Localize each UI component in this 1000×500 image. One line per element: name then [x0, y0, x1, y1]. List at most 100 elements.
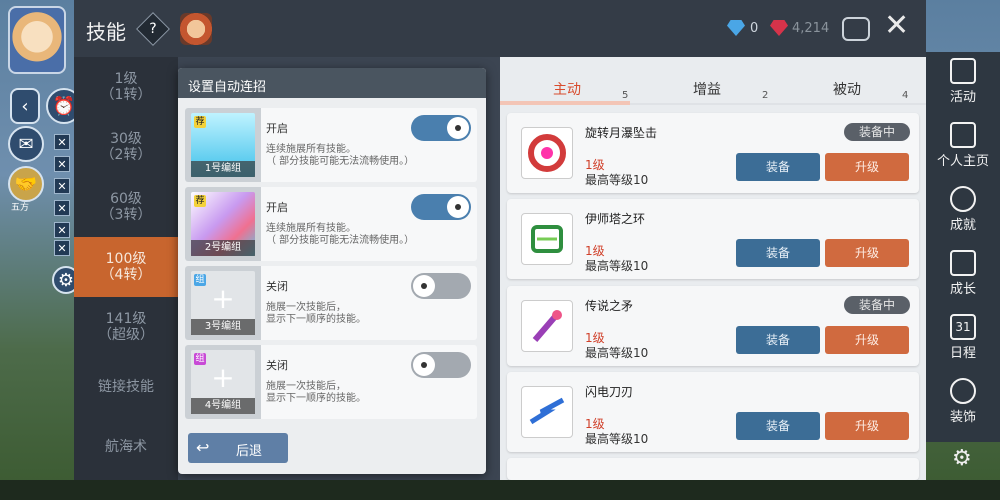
tab-count: 5 — [622, 90, 629, 101]
back-button[interactable]: ↩ 后退 — [188, 433, 288, 463]
sidebar-item-decoration[interactable]: 装饰 — [926, 372, 1000, 436]
upgrade-button[interactable]: 升级 — [825, 326, 909, 354]
skill-icon[interactable] — [521, 127, 573, 179]
level-item[interactable]: 141级 （超级） — [74, 297, 178, 357]
profile-icon — [950, 122, 976, 148]
blue-gem-count: 0 — [750, 21, 759, 36]
sidebar-item-growth[interactable]: 成长 — [926, 244, 1000, 308]
close-icon[interactable]: ✕ — [54, 156, 70, 172]
equip-button[interactable]: 装备 — [736, 326, 820, 354]
dialog-title: 设置自动连招 — [178, 68, 486, 98]
equipped-badge: 装备中 — [844, 296, 910, 314]
red-gem-count: 4,214 — [792, 21, 830, 36]
skill-icon[interactable] — [521, 300, 573, 352]
sidebar-item-events[interactable]: 活动 — [926, 52, 1000, 116]
level-item[interactable]: 30级 （2转） — [74, 117, 178, 177]
sidebar-item-achievements[interactable]: 成就 — [926, 180, 1000, 244]
combo-state: 开启 — [266, 201, 288, 214]
document-icon — [950, 250, 976, 276]
combo-desc: 连续施展所有技能。 （ 部分技能可能无法流畅使用。） — [266, 144, 415, 167]
page-title: 技能 — [86, 20, 126, 44]
combo-state: 开启 — [266, 122, 288, 135]
skill-row: 旋转月瀑坠击 装备中 1级 最高等级10 装备 升级 — [507, 113, 919, 193]
upgrade-button[interactable]: 升级 — [825, 239, 909, 267]
group-tag: 组 — [194, 353, 206, 365]
close-icon[interactable]: ✕ — [54, 134, 70, 150]
combo-card: 荐 2号编组 开启 连续施展所有技能。 （ 部分技能可能无法流畅使用。） — [185, 187, 477, 261]
tab-count: 2 — [762, 90, 769, 101]
undo-arrow-icon: ↩ — [196, 438, 210, 457]
close-icon[interactable]: ✕ — [54, 240, 70, 256]
combo-desc: 施展一次技能后， 显示下一顺序的技能。 — [266, 381, 366, 404]
ring-icon — [531, 225, 563, 253]
combo-name: 3号编组 — [191, 319, 255, 335]
recommend-tag: 荐 — [194, 195, 206, 207]
handshake-icon[interactable]: 🤝 — [8, 166, 44, 202]
group-tag: 组 — [194, 274, 206, 286]
calendar-check-icon — [950, 58, 976, 84]
equipped-badge: 装备中 — [844, 123, 910, 141]
right-sidebar: 活动 个人主页 成就 成长 31 日程 装饰 — [926, 52, 1000, 442]
toggle-knob — [447, 117, 469, 139]
skill-max-level: 最高等级10 — [585, 259, 649, 273]
level-item[interactable]: 链接技能 — [74, 357, 178, 417]
upgrade-button[interactable]: 升级 — [825, 153, 909, 181]
back-arrow-icon[interactable]: ‹ — [10, 88, 40, 124]
toggle-knob — [413, 275, 435, 297]
tab-active[interactable]: 主动 — [553, 79, 581, 99]
skill-max-level: 最高等级10 — [585, 432, 649, 446]
settings-search-icon[interactable] — [842, 17, 870, 41]
combo-toggle[interactable] — [411, 273, 471, 299]
close-icon[interactable]: ✕ — [884, 10, 909, 42]
combo-card: + 组 4号编组 关闭 施展一次技能后， 显示下一顺序的技能。 — [185, 345, 477, 419]
skill-row: 传说之矛 装备中 1级 最高等级10 装备 升级 — [507, 286, 919, 366]
close-icon[interactable]: ✕ — [54, 200, 70, 216]
back-button-label: 后退 — [236, 444, 263, 459]
level-item-active[interactable]: 100级 （4转） — [74, 237, 178, 297]
combo-toggle[interactable] — [411, 352, 471, 378]
tab-buff[interactable]: 增益 — [693, 79, 721, 99]
level-item[interactable]: 航海术 — [74, 417, 178, 477]
skill-row: 闪电刀刃 1级 最高等级10 装备 升级 — [507, 372, 919, 452]
skill-max-level: 最高等级10 — [585, 346, 649, 360]
combo-card: 荐 1号编组 开启 连续施展所有技能。 （ 部分技能可能无法流畅使用。） — [185, 108, 477, 182]
equip-button[interactable]: 装备 — [736, 239, 820, 267]
level-list: 1级 （1转） 30级 （2转） 60级 （3转） 100级 （4转） 141级 （超级）… — [74, 57, 178, 480]
spear-icon — [532, 310, 562, 342]
blade-icon — [529, 397, 565, 425]
close-icon[interactable]: ✕ — [54, 222, 70, 238]
upgrade-button[interactable]: 升级 — [825, 412, 909, 440]
scroll-icon[interactable]: ✉ — [8, 126, 44, 162]
skill-name: 伊师塔之环 — [585, 212, 646, 226]
player-avatar[interactable] — [8, 6, 66, 74]
gear-icon[interactable]: ⚙ — [952, 446, 972, 471]
combo-card: + 组 3号编组 关闭 施展一次技能后， 显示下一顺序的技能。 — [185, 266, 477, 340]
equip-button[interactable]: 装备 — [736, 412, 820, 440]
level-item[interactable]: 1级 （1转） — [74, 57, 178, 117]
skill-max-level: 最高等级10 — [585, 173, 649, 187]
skill-name: 传说之矛 — [585, 299, 634, 313]
combo-desc: 连续施展所有技能。 （ 部分技能可能无法流畅使用。） — [266, 223, 415, 246]
sidebar-item-profile[interactable]: 个人主页 — [926, 116, 1000, 180]
skill-icon[interactable] — [521, 386, 573, 438]
equip-button[interactable]: 装备 — [736, 153, 820, 181]
hat-icon — [950, 378, 976, 404]
close-icon[interactable]: ✕ — [54, 178, 70, 194]
recommend-tag: 荐 — [194, 116, 206, 128]
skill-icon[interactable] — [521, 213, 573, 265]
sidebar-item-schedule[interactable]: 31 日程 — [926, 308, 1000, 372]
combo-state: 关闭 — [266, 359, 288, 372]
tab-count: 4 — [902, 90, 909, 101]
combo-desc: 施展一次技能后， 显示下一顺序的技能。 — [266, 302, 366, 325]
tab-indicator — [500, 101, 630, 105]
combo-toggle[interactable] — [411, 115, 471, 141]
combo-name: 2号编组 — [191, 240, 255, 256]
level-item[interactable]: 60级 （3转） — [74, 177, 178, 237]
character-icon[interactable] — [180, 13, 212, 45]
tab-passive[interactable]: 被动 — [833, 79, 861, 99]
toggle-knob — [413, 354, 435, 376]
combo-name: 1号编组 — [191, 161, 255, 177]
status-bar — [0, 480, 1000, 500]
combo-toggle[interactable] — [411, 194, 471, 220]
left-hud-label: 五方 — [11, 203, 30, 213]
